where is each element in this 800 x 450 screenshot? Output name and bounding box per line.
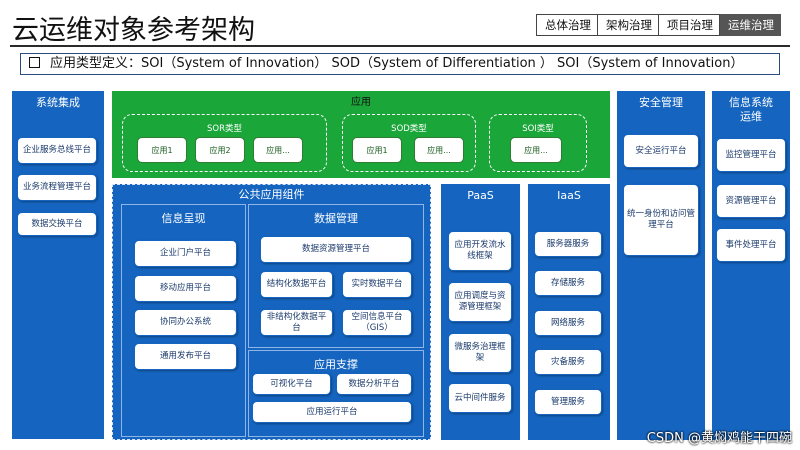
app-support-title: 应用支撑 [314,358,358,371]
breadcrumb: 总体治理 架构治理 项目治理 运维治理 [536,14,781,36]
unstructured-data-platform-box: 非结构化数据平台 [260,309,333,336]
paas-title: PaaS [467,189,494,202]
data-management-title: 数据管理 [314,212,358,225]
soi-group-title: SOI类型 [522,124,554,134]
structured-data-platform-box: 结构化数据平台 [260,271,333,298]
gis-platform-box: 空间信息平台（GIS） [342,309,412,336]
sor-app-2-box: 应用2 [195,137,245,163]
checkbox-icon [29,57,40,68]
mobile-app-platform-box: 移动应用平台 [134,275,237,302]
enterprise-portal-box: 企业门户平台 [134,240,237,267]
management-service-box: 管理服务 [534,389,602,415]
title-divider [10,45,790,47]
it-operations-title: 信息系统运维 [729,96,773,123]
soi-app-more-box: 应用... [510,137,562,163]
data-exchange-platform-box: 数据交换平台 [17,212,97,236]
breadcrumb-item-operations[interactable]: 运维治理 [720,14,781,36]
definition-text: 应用类型定义：SOI（System of Innovation） SOD（Sys… [50,56,744,71]
iaas-title: IaaS [557,189,581,202]
definition-bar: 应用类型定义：SOI（System of Innovation） SOD（Sys… [20,53,780,75]
breadcrumb-item-project[interactable]: 项目治理 [659,14,720,36]
incident-platform-box: 事件处理平台 [716,228,786,262]
visualization-platform-box: 可视化平台 [252,373,331,395]
page-title: 云运维对象参考架构 [12,15,255,46]
security-operations-platform-box: 安全运行平台 [623,134,699,168]
storage-service-box: 存储服务 [534,270,602,296]
microservice-governance-box: 微服务治理框架 [448,333,512,373]
dev-pipeline-framework-box: 应用开发流水线框架 [448,231,512,271]
network-service-box: 网络服务 [534,310,602,336]
collaborative-office-box: 协同办公系统 [134,309,237,336]
publishing-platform-box: 通用发布平台 [134,343,237,370]
sor-app-more-box: 应用... [253,137,303,163]
resource-platform-box: 资源管理平台 [716,184,786,218]
bpm-platform-box: 业务流程管理平台 [17,174,97,201]
monitoring-platform-box: 监控管理平台 [716,138,786,172]
watermark: CSDN @黄焖鸡能干四碗 [646,431,792,446]
application-title: 应用 [351,97,371,108]
sod-app-more-box: 应用... [414,137,464,163]
sor-group-title: SOR类型 [207,124,242,134]
breadcrumb-item-overall[interactable]: 总体治理 [536,14,598,36]
esb-platform-box: 企业服务总线平台 [17,137,97,164]
public-components-title: 公共应用组件 [238,188,305,201]
server-service-box: 服务器服务 [534,231,602,257]
system-integration-title: 系统集成 [36,96,80,109]
cloud-middleware-box: 云中间件服务 [448,383,512,413]
sor-app-1-box: 应用1 [137,137,187,163]
disaster-recovery-service-box: 灾备服务 [534,349,602,375]
data-resource-platform-box: 数据资源管理平台 [260,236,412,263]
info-display-title: 信息呈现 [161,212,206,225]
sod-group-title: SOD类型 [391,124,427,134]
app-runtime-platform-box: 应用运行平台 [252,401,412,423]
scheduling-resource-framework-box: 应用调度与资源管理框架 [448,282,512,322]
data-analysis-platform-box: 数据分析平台 [336,373,412,395]
sod-app-1-box: 应用1 [352,137,402,163]
identity-access-platform-box: 统一身份和访问管理平台 [623,184,699,256]
breadcrumb-item-architecture[interactable]: 架构治理 [598,14,659,36]
realtime-data-platform-box: 实时数据平台 [342,271,412,298]
security-management-title: 安全管理 [639,96,683,109]
